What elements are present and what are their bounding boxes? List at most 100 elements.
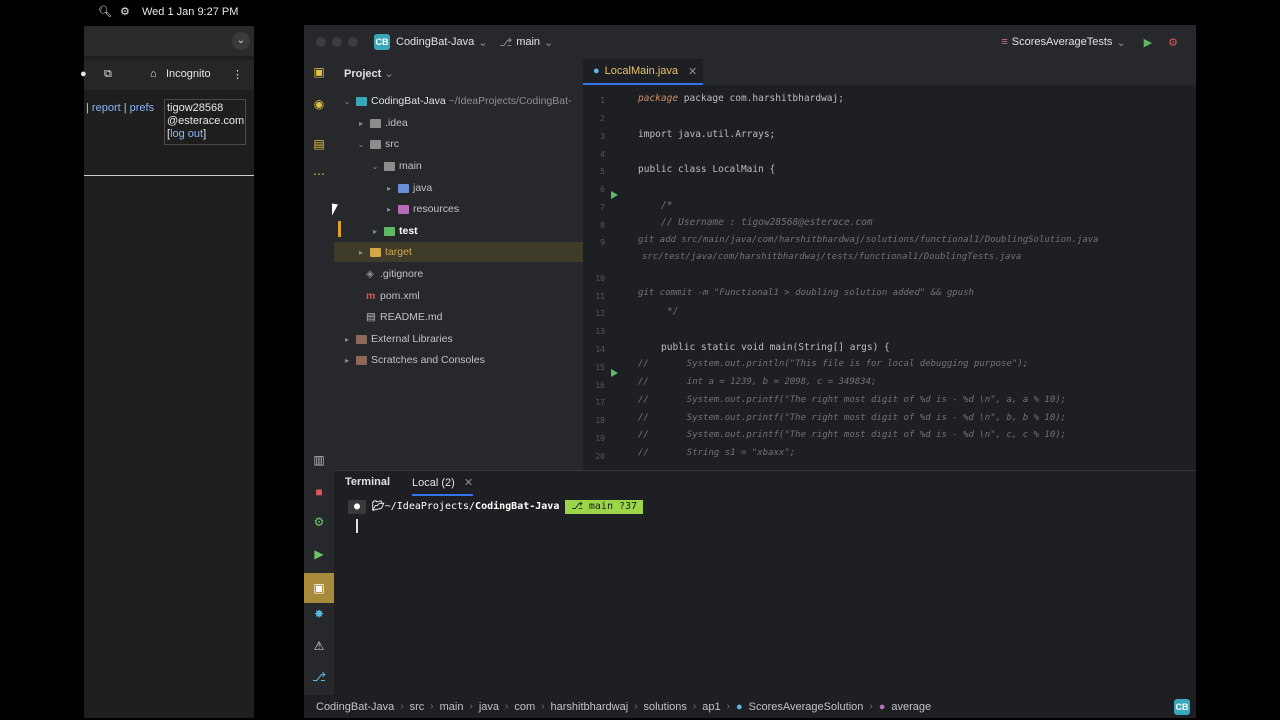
- branch-selector[interactable]: main: [516, 36, 540, 48]
- user-box: tigow28568 @esterace.com [log out]: [164, 99, 246, 145]
- gitignore-icon: ◈: [366, 268, 375, 280]
- tree-item-root[interactable]: ⌄ CodingBat-Java ~/IdeaProjects/CodingBa…: [334, 91, 583, 111]
- commit-icon[interactable]: ◉: [312, 97, 326, 111]
- user-email-line2: @esterace.com: [167, 115, 245, 127]
- tab-terminal-local[interactable]: Local (2) ✕: [412, 476, 474, 496]
- code-line: /*: [661, 200, 673, 211]
- extensions-icon[interactable]: ⧉: [104, 68, 112, 81]
- logout-link[interactable]: log out: [170, 128, 203, 140]
- code-line: // System.out.printf("The right most dig…: [638, 395, 1067, 405]
- prompt-git-status: ⎇ main ?37: [565, 500, 644, 514]
- tool-window-strip: ▣ ◉ ▤ ⋯ ▥ ■ ⚙ ▶ ▣ ✸ ⚠ ⎇: [304, 59, 334, 718]
- terminal-panel[interactable]: Terminal Local (2) ✕ ● 📂︎~/IdeaProjects/…: [334, 470, 1196, 700]
- tree-item-src[interactable]: ⌄ src: [334, 134, 583, 154]
- method-icon: ●: [878, 700, 886, 713]
- code-line: // int a = 1239, b = 2098, c = 349834;: [638, 377, 877, 387]
- menubar-datetime[interactable]: Wed 1 Jan 9:27 PM: [142, 6, 238, 18]
- close-icon[interactable]: ✕: [464, 477, 473, 489]
- project-panel-title[interactable]: Project ⌄: [344, 67, 394, 80]
- terminal-cursor: [356, 519, 358, 533]
- git-tool-icon[interactable]: ⎇: [312, 670, 326, 684]
- search-icon[interactable]: 🔍︎: [98, 6, 112, 18]
- more-menu-icon[interactable]: ⋮: [232, 68, 243, 81]
- mouse-pointer: [332, 203, 338, 217]
- chevron-down-icon: ⌄: [1116, 36, 1126, 49]
- tree-item-resources[interactable]: ▸ resources: [334, 199, 583, 219]
- address-bar[interactable]: ⌄: [84, 26, 254, 56]
- tree-item-external-libraries[interactable]: ▸ External Libraries: [334, 329, 583, 349]
- line-gutter: 1 2 3 4 5 6 7 8 9 10 11 12 13 14 15 16 1…: [583, 85, 633, 477]
- java-class-icon: ●: [735, 700, 743, 713]
- incognito-icon: ⌂: [150, 68, 157, 80]
- more-tools-icon[interactable]: ⋯: [312, 167, 326, 181]
- project-panel: Project ⌄ ⌄ CodingBat-Java ~/IdeaProject…: [334, 59, 583, 477]
- tree-item-test[interactable]: ▸ test: [334, 221, 583, 241]
- breadcrumb-item[interactable]: ScoresAverageSolution: [749, 701, 864, 713]
- profile-icon[interactable]: ●: [80, 68, 87, 80]
- java-class-icon: ●: [593, 65, 600, 77]
- apple-icon: ●: [348, 500, 367, 514]
- browser-toolbar: ● ⧉ ⌂ Incognito ⋮: [80, 60, 254, 90]
- breadcrumb-item[interactable]: solutions: [643, 701, 686, 713]
- code-editor[interactable]: ● LocalMain.java ✕ 1 2 3 4 5 6 7 8 9 10 …: [583, 59, 1196, 477]
- menubar: 🔍︎ ⚙ Wed 1 Jan 9:27 PM: [84, 0, 254, 24]
- prompt-path: 📂︎~/IdeaProjects/CodingBat-Java: [366, 500, 566, 514]
- prefs-link[interactable]: prefs: [130, 102, 154, 114]
- editor-tabs: ● LocalMain.java ✕: [583, 59, 1196, 85]
- minimize-window-button[interactable]: [332, 37, 342, 47]
- close-window-button[interactable]: [316, 37, 326, 47]
- breadcrumb-item[interactable]: average: [891, 701, 931, 713]
- terminal-tool-icon[interactable]: ▣: [304, 573, 334, 603]
- notifications-icon[interactable]: ▥: [312, 453, 326, 467]
- control-center-icon[interactable]: ⚙: [120, 6, 132, 18]
- report-link[interactable]: report: [92, 102, 121, 114]
- tab-localmain[interactable]: ● LocalMain.java ✕: [583, 59, 703, 85]
- problems-icon[interactable]: ⚠: [312, 639, 326, 653]
- run-class-icon[interactable]: [611, 191, 618, 199]
- tree-item-idea[interactable]: ▸ .idea: [334, 113, 583, 133]
- breadcrumb-item[interactable]: com: [514, 701, 535, 713]
- incognito-label[interactable]: Incognito: [166, 68, 211, 80]
- code-line: // System.out.println("This file is for …: [638, 359, 1029, 369]
- debug-icon[interactable]: ⚙: [1168, 36, 1178, 49]
- breadcrumb-item[interactable]: main: [440, 701, 464, 713]
- code-line: public class LocalMain {: [638, 164, 776, 175]
- close-icon[interactable]: ✕: [688, 65, 697, 78]
- run-main-icon[interactable]: [611, 369, 618, 377]
- code-line: git commit -m "Functional1 > doubling so…: [638, 288, 974, 298]
- tree-item-scratches[interactable]: ▸ Scratches and Consoles: [334, 350, 583, 370]
- tree-item-gitignore[interactable]: ◈ .gitignore: [334, 264, 583, 284]
- ide-titlebar: CB CodingBat-Java ⌄ ⎇ main ⌄ ≡ ScoresAve…: [304, 25, 1196, 59]
- run-tool-icon[interactable]: ▶: [312, 547, 326, 561]
- breadcrumb-item[interactable]: ap1: [702, 701, 720, 713]
- maven-icon: m: [366, 290, 376, 302]
- chevron-down-icon[interactable]: ⌄: [232, 32, 250, 50]
- browser-window: ⌄ ● ⧉ ⌂ Incognito ⋮ | report | prefs tig…: [80, 26, 254, 718]
- debug-tool-icon[interactable]: ✸: [312, 607, 326, 621]
- maximize-window-button[interactable]: [348, 37, 358, 47]
- tree-item-pom[interactable]: m pom.xml: [334, 286, 583, 306]
- breadcrumb-item[interactable]: java: [479, 701, 499, 713]
- code-line: import java.util.Arrays;: [638, 129, 776, 140]
- run-icon[interactable]: ▶: [1144, 36, 1152, 49]
- services-icon[interactable]: ■: [312, 485, 326, 499]
- project-tool-icon[interactable]: ▣: [312, 65, 326, 79]
- breadcrumb-item[interactable]: CodingBat-Java: [316, 701, 394, 713]
- project-badge-small: CB: [1174, 698, 1190, 715]
- code-line: src/test/java/com/harshitbhardwaj/tests/…: [642, 252, 1022, 262]
- code-line: git add src/main/java/com/harshitbhardwa…: [638, 235, 1099, 245]
- code-line: // System.out.printf("The right most dig…: [638, 413, 1067, 423]
- tree-item-java[interactable]: ▸ java: [334, 178, 583, 198]
- structure-icon[interactable]: ▤: [312, 137, 326, 151]
- tree-item-main[interactable]: ⌄ main: [334, 156, 583, 176]
- gear-icon[interactable]: ⚙: [312, 515, 326, 529]
- code-line: // Username : tigow28568@esterace.com: [661, 217, 873, 228]
- breadcrumb-item[interactable]: harshitbhardwaj: [550, 701, 628, 713]
- tree-item-target[interactable]: ▸ target: [334, 242, 583, 262]
- code-line: // String s1 = "xbaxx";: [638, 448, 796, 458]
- run-config-selector[interactable]: ScoresAverageTests: [1012, 36, 1113, 48]
- tree-item-readme[interactable]: ▤ README.md: [334, 307, 583, 327]
- breadcrumb-item[interactable]: src: [410, 701, 425, 713]
- project-selector[interactable]: CodingBat-Java: [396, 36, 474, 48]
- test-config-icon: ≡: [1001, 36, 1008, 48]
